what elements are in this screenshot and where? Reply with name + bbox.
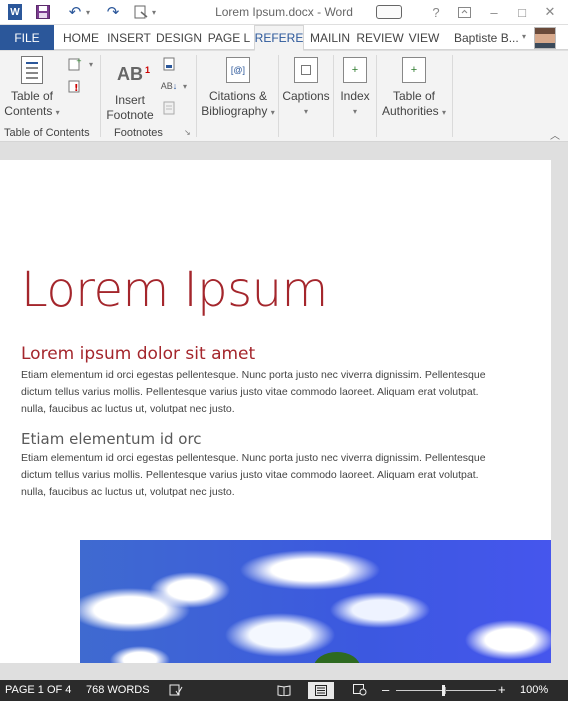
captions-dropdown-icon: ▾ [303, 107, 308, 116]
show-notes-icon[interactable] [160, 99, 178, 117]
toc-label-line2: Contents ▾ [4, 104, 60, 118]
proofing-icon[interactable] [168, 683, 184, 697]
zoom-level[interactable]: 100% [520, 684, 548, 696]
vertical-scrollbar[interactable] [551, 143, 568, 663]
index-button[interactable]: + Index ▾ [336, 55, 374, 119]
window-title: Lorem Ipsum.docx - Word [215, 5, 353, 19]
citations-label-line1: Citations & [208, 89, 268, 103]
tab-mailings[interactable]: MAILIN [305, 25, 355, 50]
table-of-contents-icon [18, 55, 46, 85]
svg-text:!: ! [74, 83, 79, 93]
paragraph-line: dictum tellus varius mollis. Pellentesqu… [21, 386, 479, 398]
group-separator [452, 55, 453, 137]
document-title[interactable]: Lorem Ipsum [21, 262, 328, 318]
collapse-ribbon-icon[interactable]: ︿ [550, 127, 560, 142]
group-separator [376, 55, 377, 137]
tablet-mode-icon[interactable] [374, 2, 404, 22]
citations-bibliography-button[interactable]: [@] Citations & Bibliography ▾ [200, 55, 276, 120]
footnote-label-line1: Insert [114, 93, 145, 107]
captions-icon [292, 55, 320, 85]
paragraph-line: nulla, faucibus ac luctus ut, volutpat n… [21, 486, 235, 498]
status-bar: PAGE 1 OF 4 768 WORDS – + 100% [0, 680, 568, 701]
minimize-button[interactable]: – [486, 2, 502, 22]
paragraph-line: Etiam elementum id orci egestas pellente… [21, 452, 486, 464]
ribbon-display-options-icon[interactable] [456, 2, 472, 22]
captions-button[interactable]: Captions ▾ [282, 55, 330, 119]
paragraph-line: dictum tellus varius mollis. Pellentesqu… [21, 469, 479, 481]
zoom-slider-center-tick [445, 687, 446, 694]
table-of-contents-button[interactable]: Table of Contents ▾ [4, 55, 60, 120]
toa-label-line1: Table of [392, 89, 436, 103]
next-footnote-dropdown-icon[interactable]: ▾ [176, 77, 194, 95]
footnotes-group-label: Footnotes [114, 127, 163, 139]
close-button[interactable]: ✕ [542, 2, 558, 22]
tab-view[interactable]: VIEW [405, 25, 443, 50]
tree-image-detail [314, 652, 360, 663]
toc-label-line1: Table of [10, 89, 54, 103]
paragraph-line: nulla, faucibus ac luctus ut, volutpat n… [21, 403, 235, 415]
read-mode-icon[interactable] [276, 683, 292, 697]
group-separator [278, 55, 279, 137]
zoom-slider[interactable] [396, 690, 496, 691]
avatar[interactable] [534, 27, 556, 49]
document-area: Lorem Ipsum Lorem ipsum dolor sit amet E… [0, 143, 568, 663]
ribbon-tabs: FILE HOME INSERT DESIGN PAGE L REFERE MA… [0, 25, 568, 51]
table-of-authorities-icon: + [400, 55, 428, 85]
document-page[interactable]: Lorem Ipsum Lorem ipsum dolor sit amet E… [0, 160, 551, 663]
footnotes-dialog-launcher-icon[interactable]: ↘ [184, 128, 191, 137]
group-separator [333, 55, 334, 137]
tab-design[interactable]: DESIGN [154, 25, 204, 50]
user-dropdown-icon[interactable]: ▾ [522, 32, 526, 41]
citations-bibliography-icon: [@] [224, 55, 252, 85]
table-of-authorities-button[interactable]: + Table of Authorities ▾ [378, 55, 450, 120]
add-text-dropdown-icon[interactable]: ▾ [82, 55, 100, 73]
index-dropdown-icon: ▾ [352, 107, 357, 116]
tab-references[interactable]: REFERE [254, 25, 304, 51]
ribbon-references: Table of Contents ▾ + ▾ ! Table of Conte… [0, 51, 568, 142]
insert-footnote-icon: AB 1 [117, 63, 150, 84]
footnote-label-line2: Footnote [106, 108, 154, 122]
heading-2[interactable]: Etiam elementum id orc [21, 430, 202, 448]
tab-page-layout[interactable]: PAGE L [204, 25, 254, 50]
zoom-in-button[interactable]: + [498, 682, 506, 697]
maximize-button[interactable]: □ [514, 2, 530, 22]
table-of-contents-group-label: Table of Contents [4, 127, 90, 139]
tab-review[interactable]: REVIEW [356, 25, 404, 50]
toa-label-line2: Authorities ▾ [381, 104, 447, 118]
page-count[interactable]: PAGE 1 OF 4 [5, 684, 71, 696]
index-label: Index [340, 89, 370, 103]
tab-home[interactable]: HOME [58, 25, 104, 50]
paragraph-2[interactable]: Etiam elementum id orci egestas pellente… [21, 450, 551, 501]
user-name: Baptiste B... [454, 31, 519, 45]
citations-label-line2: Bibliography ▾ [201, 104, 275, 118]
insert-endnote-icon[interactable] [160, 55, 178, 73]
paragraph-line: Etiam elementum id orci egestas pellente… [21, 369, 486, 381]
zoom-slider-thumb[interactable] [442, 685, 445, 696]
group-separator [196, 55, 197, 137]
insert-footnote-button[interactable]: AB 1 Insert Footnote [104, 59, 156, 123]
user-account[interactable]: Baptiste B... ▾ [448, 25, 568, 50]
word-count[interactable]: 768 WORDS [86, 684, 150, 696]
sky-photo-image[interactable] [80, 540, 551, 663]
web-layout-icon[interactable] [352, 683, 368, 697]
index-icon: + [341, 55, 369, 85]
zoom-out-button[interactable]: – [382, 682, 389, 697]
group-separator [100, 55, 101, 137]
paragraph-1[interactable]: Etiam elementum id orci egestas pellente… [21, 367, 551, 418]
help-button[interactable]: ? [428, 2, 444, 22]
update-table-icon[interactable]: ! [66, 77, 84, 95]
tab-insert[interactable]: INSERT [104, 25, 154, 50]
heading-1[interactable]: Lorem ipsum dolor sit amet [21, 344, 255, 364]
print-layout-icon[interactable] [308, 682, 334, 699]
captions-label: Captions [282, 89, 330, 103]
tab-file[interactable]: FILE [0, 25, 54, 50]
title-bar: W ↶ ▾ ↷ ▾ Lorem Ipsum.docx - Word ? – □ … [0, 0, 568, 24]
